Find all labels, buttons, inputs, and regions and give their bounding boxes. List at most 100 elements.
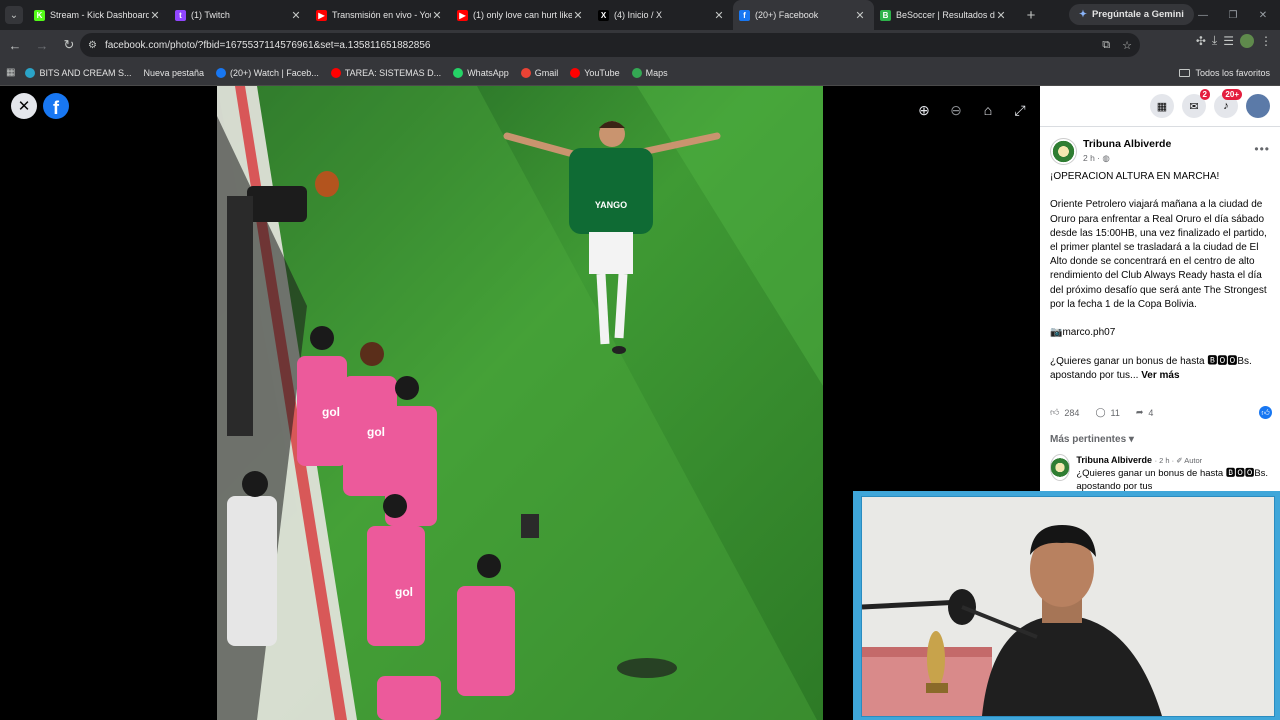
folder-icon [1179, 69, 1191, 77]
bookmark-label: (20+) Watch | Faceb... [230, 67, 319, 78]
bookmark-label: Gmail [534, 67, 559, 78]
bookmark-item[interactable]: TAREA: SISTEMAS D... [330, 67, 442, 78]
browser-tab[interactable]: K Stream - Kick Dashboard ✕ [28, 0, 169, 30]
bookmark-favicon-icon [216, 67, 227, 78]
install-app-icon[interactable]: ⧉ [1102, 39, 1110, 52]
comment-button[interactable]: ◯ 11 [1095, 407, 1119, 418]
gemini-button[interactable]: ✦ Pregúntale a Gemini [1069, 4, 1194, 25]
tab-title: BeSoccer | Resultados de fútbol [896, 10, 995, 20]
download-icon[interactable]: ⤓ [1212, 33, 1217, 48]
zoom-out-icon[interactable]: ⊖ [945, 99, 967, 121]
post-photo[interactable]: YANGO gol gol gol [217, 86, 823, 720]
share-button[interactable]: ➦ 4 [1136, 407, 1154, 418]
notifications-bell-icon[interactable]: ♪ 20+ [1214, 89, 1242, 118]
bookmark-item[interactable]: BITS AND CREAM S... [25, 67, 131, 78]
tab-title: (4) Inicio / X [614, 10, 663, 20]
browser-tab[interactable]: f (20+) Facebook ✕ [733, 0, 874, 30]
tag-icon[interactable]: ⌂ [977, 99, 999, 121]
forward-button[interactable]: → [30, 33, 54, 57]
bookmark-favicon-icon [520, 67, 531, 78]
tab-close-icon[interactable]: ✕ [713, 9, 725, 22]
tab-title: Stream - Kick Dashboard [50, 10, 149, 20]
tab-title: (1) Twitch [191, 10, 230, 20]
zoom-in-icon[interactable]: ⊕ [913, 99, 935, 121]
apps-grid-icon[interactable]: ▦ [6, 67, 15, 78]
tab-close-icon[interactable]: ✕ [572, 9, 584, 22]
browser-toolbar: ← → ↻ ⚙ facebook.com/photo/?fbid=1675537… [0, 30, 1280, 60]
profile-avatar[interactable] [1240, 33, 1254, 48]
gemini-label: Pregúntale a Gemini [1091, 9, 1184, 20]
jersey-sponsor-text: YANGO [595, 200, 627, 210]
author-name[interactable]: Tribuna Albiverde [1083, 138, 1171, 150]
comment-avatar[interactable] [1050, 454, 1071, 481]
tab-favicon-icon: t [175, 9, 186, 21]
post-body: Oriente Petrolero viajará mañana a la ci… [1050, 199, 1267, 310]
menu-grid-icon[interactable]: ▦ [1150, 94, 1174, 118]
browser-tab[interactable]: X (4) Inicio / X ✕ [592, 0, 733, 30]
tab-search-button[interactable]: ⌄ [0, 0, 28, 30]
bookmark-label: YouTube [584, 67, 620, 78]
browser-tab[interactable]: B BeSoccer | Resultados de fútbol✕ [874, 0, 1015, 30]
bookmark-item[interactable]: Maps [631, 67, 668, 78]
post-time[interactable]: 2 h · [1083, 153, 1100, 163]
messenger-icon[interactable]: ✉ 2 [1182, 89, 1210, 118]
bookmark-item[interactable]: (20+) Watch | Faceb... [216, 67, 319, 78]
account-avatar[interactable] [1246, 94, 1270, 118]
site-info-icon[interactable]: ⚙ [88, 40, 97, 51]
tab-favicon-icon: K [34, 9, 45, 21]
tab-close-icon[interactable]: ✕ [290, 9, 302, 22]
tab-favicon-icon: B [880, 9, 891, 21]
back-button[interactable]: ← [3, 33, 27, 57]
sort-label: Más pertinentes [1050, 434, 1127, 445]
tab-favicon-icon: ▶ [316, 9, 327, 21]
more-menu-icon[interactable]: ⋮ [1260, 34, 1272, 48]
close-viewer-button[interactable]: ✕ [11, 93, 37, 119]
see-more-link[interactable]: Ver más [1141, 370, 1179, 381]
tab-close-icon[interactable]: ✕ [149, 9, 161, 22]
bib-text-2: gol [367, 425, 385, 439]
extensions-icon[interactable]: ✣ [1196, 34, 1206, 48]
tab-close-icon[interactable]: ✕ [431, 9, 443, 22]
share-icon: ➦ [1135, 407, 1144, 417]
fullscreen-icon[interactable]: ⤢ [1009, 99, 1031, 121]
reading-list-icon[interactable]: ☰ [1223, 34, 1234, 48]
page-avatar[interactable] [1050, 138, 1077, 165]
reaction-bar: 👍︎ 284 ◯ 11 ➦ 4 👍︎ [1050, 406, 1272, 419]
bookmark-label: Maps [645, 67, 668, 78]
bib-text-1: gol [322, 405, 340, 419]
comment-author[interactable]: Tribuna Albiverde [1076, 455, 1152, 465]
tab-close-icon[interactable]: ✕ [995, 9, 1007, 22]
like-reaction-icon: 👍︎ [1259, 406, 1272, 419]
chevron-down-icon: ⌄ [5, 6, 23, 24]
bookmark-item[interactable]: Nueva pestaña [143, 68, 204, 78]
tab-title: (1) only love can hurt like this [473, 10, 572, 20]
bookmark-star-icon[interactable]: ☆ [1122, 39, 1132, 52]
browser-tab[interactable]: ▶ (1) only love can hurt like this✕ [451, 0, 592, 30]
photo-credit: 📷marco.ph07 [1050, 327, 1116, 339]
new-tab-button[interactable]: + [1019, 7, 1043, 24]
tab-title: (20+) Facebook [755, 10, 819, 20]
bookmark-item[interactable]: Gmail [520, 67, 559, 78]
all-bookmarks-label: Todos los favoritos [1195, 68, 1270, 78]
all-bookmarks-button[interactable]: Todos los favoritos [1179, 60, 1270, 86]
tab-close-icon[interactable]: ✕ [854, 9, 866, 22]
bookmark-item[interactable]: YouTube [570, 67, 620, 78]
window-close-button[interactable]: ✕ [1248, 0, 1278, 30]
minimize-button[interactable]: — [1188, 0, 1218, 30]
more-options-icon[interactable]: ••• [1254, 142, 1270, 156]
bookmark-item[interactable]: WhatsApp [453, 67, 509, 78]
bookmark-label: TAREA: SISTEMAS D... [344, 67, 442, 78]
browser-tab[interactable]: t (1) Twitch ✕ [169, 0, 310, 30]
comment-sort-dropdown[interactable]: Más pertinentes ▾ [1050, 434, 1134, 445]
facebook-logo[interactable]: f [43, 93, 69, 119]
bookmark-label: WhatsApp [467, 67, 509, 78]
reload-button[interactable]: ↻ [57, 33, 81, 57]
address-bar[interactable]: ⚙ facebook.com/photo/?fbid=1675537114576… [80, 33, 1140, 57]
tab-favicon-icon: ▶ [457, 9, 468, 21]
comment-text: ¿Quieres ganar un bonus de hasta 🅱🅾🅾Bs. … [1076, 468, 1269, 492]
maximize-button[interactable]: ❐ [1218, 0, 1248, 30]
browser-tab[interactable]: ▶ Transmisión en vivo - YouTube✕ [310, 0, 451, 30]
like-button[interactable]: 👍︎ 284 [1050, 407, 1079, 418]
tab-favicon-icon: f [739, 9, 750, 21]
url-text: facebook.com/photo/?fbid=167553711457696… [104, 39, 431, 51]
